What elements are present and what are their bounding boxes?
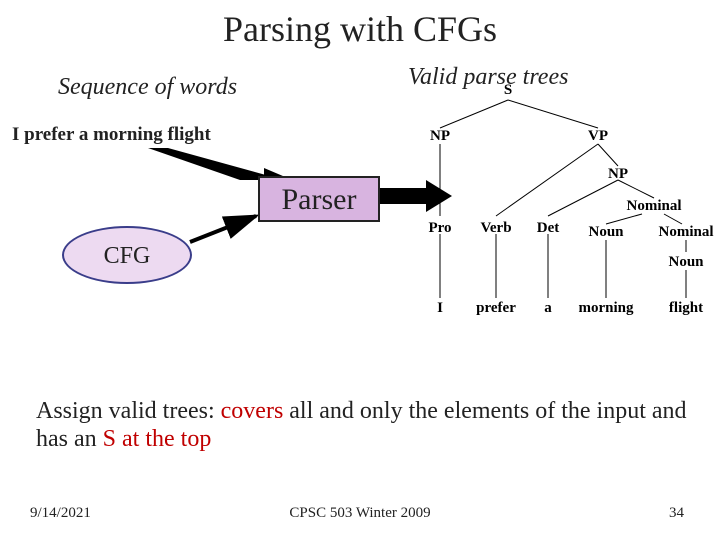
tree-node-det: Det xyxy=(537,220,560,237)
footer-page-number: 34 xyxy=(669,505,684,522)
tree-leaf-flight: flight xyxy=(669,300,703,317)
tree-leaf-prefer: prefer xyxy=(476,300,516,317)
tree-leaf-a: a xyxy=(544,300,552,317)
body-prefix: Assign valid trees: xyxy=(36,398,221,424)
slide-title: Parsing with CFGs xyxy=(0,8,720,50)
tree-node-s: S xyxy=(504,82,512,99)
tree-node-pro: Pro xyxy=(428,220,451,237)
parser-box: Parser xyxy=(258,176,380,222)
slide: Parsing with CFGs Sequence of words Vali… xyxy=(0,0,720,540)
tree-node-noun: Noun xyxy=(588,224,623,241)
example-sentence: I prefer a morning flight xyxy=(12,124,211,146)
tree-node-np: NP xyxy=(430,128,450,145)
cfg-oval: CFG xyxy=(62,226,192,284)
tree-node-verb: Verb xyxy=(480,220,511,237)
tree-leaf-morning: morning xyxy=(578,300,633,317)
sequence-of-words-label: Sequence of words xyxy=(58,74,237,101)
footer-course: CPSC 503 Winter 2009 xyxy=(0,505,720,522)
tree-node-nominal1: Nominal xyxy=(626,198,681,215)
tree-node-vp: VP xyxy=(588,128,608,145)
body-red-s-top: S at the top xyxy=(103,426,212,452)
body-text: Assign valid trees: covers all and only … xyxy=(36,398,708,453)
tree-node-nominal2: Nominal xyxy=(658,224,713,241)
tree-node-np2: NP xyxy=(608,166,628,183)
body-red-covers: covers xyxy=(221,398,284,424)
tree-leaf-i: I xyxy=(437,300,443,317)
parse-tree: S NP VP NP Nominal Pro Verb Det Noun Nom… xyxy=(388,80,716,336)
tree-node-noun2: Noun xyxy=(668,254,703,271)
